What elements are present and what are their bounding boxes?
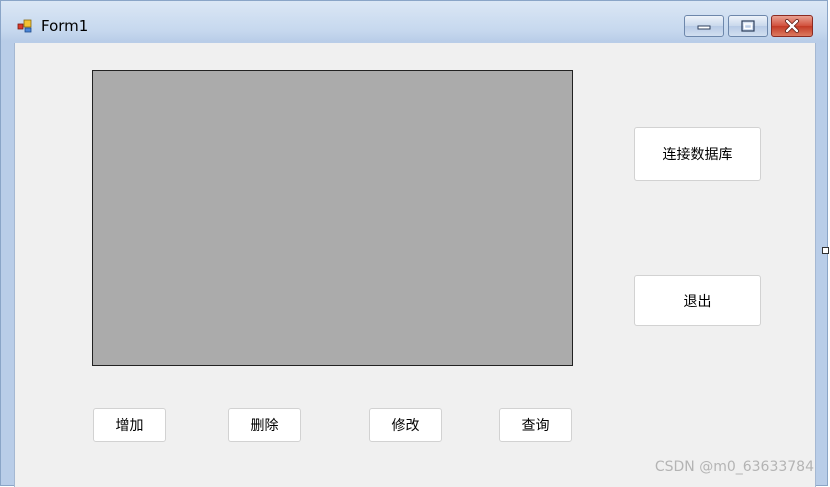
edit-button[interactable]: 修改 (369, 408, 442, 442)
minimize-button[interactable] (684, 15, 724, 37)
window-title: Form1 (41, 17, 89, 35)
add-button[interactable]: 增加 (93, 408, 166, 442)
data-grid-view[interactable] (92, 70, 573, 366)
close-icon (785, 19, 799, 33)
resize-handle[interactable] (822, 247, 829, 254)
maximize-icon (741, 20, 755, 32)
minimize-icon (697, 25, 711, 30)
connect-database-button[interactable]: 连接数据库 (634, 127, 761, 181)
watermark-text: CSDN @m0_63633784 (654, 459, 814, 475)
exit-button[interactable]: 退出 (634, 275, 761, 326)
delete-button[interactable]: 删除 (228, 408, 301, 442)
query-button[interactable]: 查询 (499, 408, 572, 442)
close-button[interactable] (771, 15, 813, 37)
title-bar[interactable]: Form1 (1, 1, 827, 43)
maximize-button[interactable] (728, 15, 768, 37)
app-icon (17, 19, 32, 33)
